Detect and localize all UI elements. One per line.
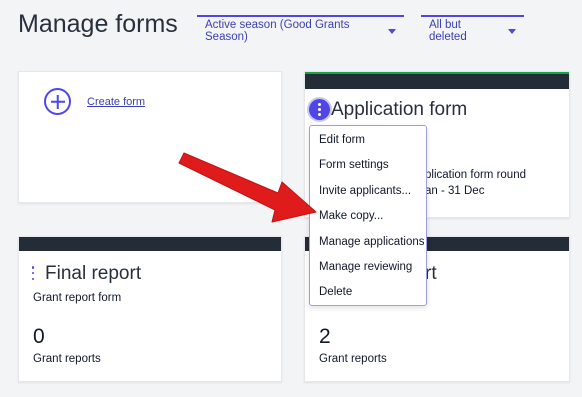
page-title: Manage forms [18, 10, 178, 38]
plus-circle-icon[interactable] [44, 88, 71, 115]
season-filter-dropdown[interactable]: Active season (Good Grants Season) [197, 15, 404, 45]
menu-item-edit-form[interactable]: Edit form [310, 128, 426, 153]
menu-item-invite-applicants[interactable]: Invite applicants... [310, 179, 426, 204]
chevron-down-icon [508, 28, 516, 34]
card-subtitle: plication form round [425, 169, 526, 181]
kebab-menu-icon[interactable] [30, 266, 36, 280]
menu-item-form-settings[interactable]: Form settings [310, 153, 426, 178]
create-form-card: Create form [18, 71, 282, 203]
menu-item-make-copy[interactable]: Make copy... [310, 204, 426, 229]
create-form-link[interactable]: Create form [87, 96, 145, 108]
chevron-down-icon [388, 28, 396, 34]
card-count: 2 [319, 325, 331, 348]
form-actions-menu: Edit form Form settings Invite applicant… [309, 125, 427, 306]
menu-item-manage-reviewing[interactable]: Manage reviewing [310, 255, 426, 280]
card-dates: an - 31 Dec [425, 185, 485, 197]
final-report-card: Final report Grant report form 0 Grant r… [18, 236, 282, 382]
card-subtitle: Grant report form [33, 292, 122, 304]
card-count-label: Grant reports [33, 353, 101, 365]
menu-item-delete[interactable]: Delete [310, 280, 426, 305]
kebab-menu-icon[interactable] [309, 99, 330, 120]
card-count: 0 [33, 325, 45, 348]
menu-item-manage-applications[interactable]: Manage applications [310, 230, 426, 255]
status-filter-dropdown[interactable]: All but deleted [421, 15, 524, 45]
card-count-label: Grant reports [319, 353, 387, 365]
card-title[interactable]: Final report [45, 263, 141, 285]
card-header-bar [19, 237, 281, 251]
status-filter-label: All but deleted [429, 19, 467, 43]
card-title[interactable]: Application form [331, 99, 467, 121]
card-header-bar [305, 72, 569, 89]
season-filter-label: Active season (Good Grants Season) [205, 19, 350, 43]
